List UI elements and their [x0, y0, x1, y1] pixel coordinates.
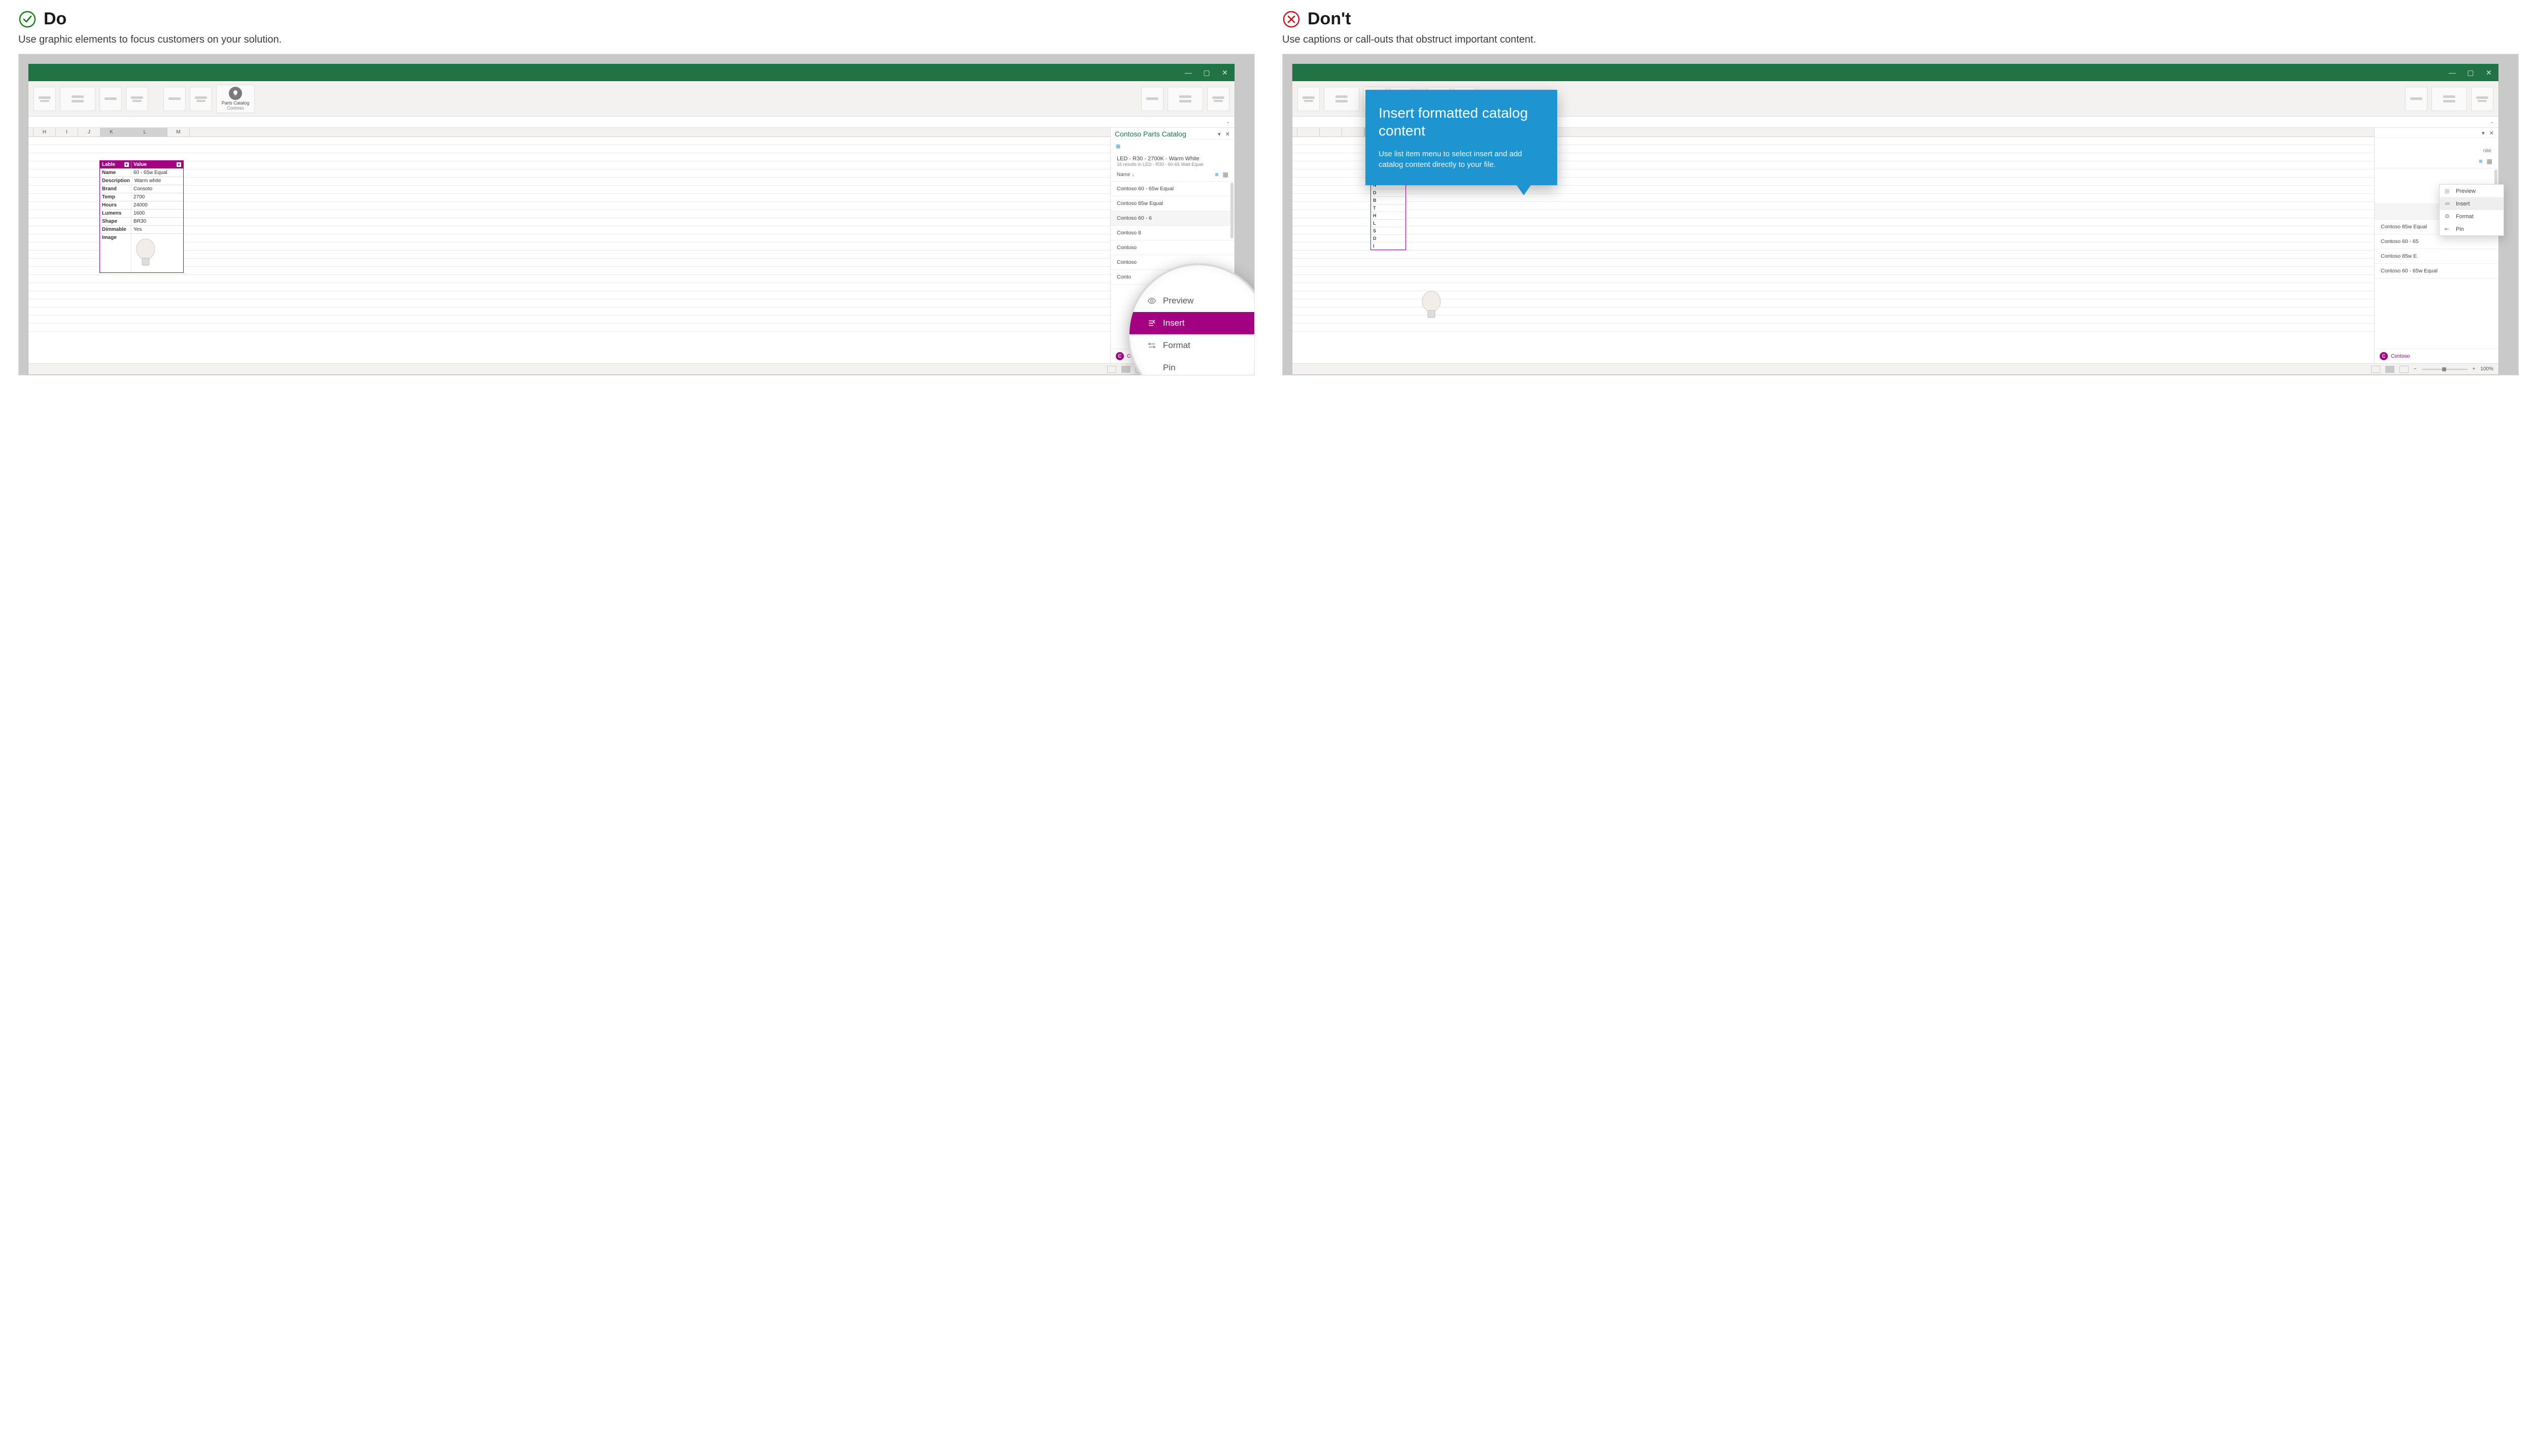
check-icon: [18, 10, 37, 28]
worksheet[interactable]: H I J K L M Lable▾: [28, 128, 1111, 363]
menu-preview[interactable]: ◎Preview: [2440, 185, 2504, 197]
chevron-down-icon: ⌄: [1226, 120, 1230, 124]
pane-breadcrumb: LED - R30 - 2700K - Warm White: [1117, 156, 1228, 162]
view-break-icon[interactable]: [2399, 366, 2409, 373]
dont-title: Don't: [1308, 9, 1351, 29]
bulb-image: [131, 234, 160, 272]
zoom-out-icon[interactable]: −: [2414, 366, 2417, 372]
menu-pin[interactable]: Pin: [1129, 357, 1255, 375]
zoom-slider[interactable]: [2422, 369, 2467, 370]
zoom-in-icon[interactable]: +: [2473, 366, 2476, 372]
callout-body: Use list item menu to select insert and …: [1379, 149, 1544, 170]
close-button[interactable]: ✕: [2481, 67, 2496, 78]
pane-title: Contoso Parts Catalog: [1115, 130, 1186, 138]
pin-icon: ⇤: [2445, 226, 2452, 232]
formula-bar[interactable]: ⌄: [28, 117, 1235, 128]
context-menu: ◎Preview ≔Insert ⚙Format ⇤Pin: [2439, 184, 2504, 236]
maximize-button[interactable]: ▢: [2463, 67, 2478, 78]
view-layout-icon[interactable]: [2385, 366, 2394, 373]
list-item[interactable]: Contoso 60 - 65w Equal: [2375, 264, 2498, 279]
grid-view-icon[interactable]: ▦: [2487, 158, 2492, 165]
list-item[interactable]: Contoso 60 - 65: [2375, 234, 2498, 249]
menu-insert[interactable]: Insert: [1129, 312, 1255, 334]
cross-icon: [1282, 10, 1300, 28]
sort-column[interactable]: Name: [1117, 172, 1130, 178]
contoso-badge-icon: C: [2380, 352, 2388, 360]
insert-icon: ≔: [2445, 200, 2452, 207]
dont-subtitle: Use captions or call-outs that obstruct …: [1282, 34, 2519, 46]
preview-icon: ◎: [2445, 188, 2452, 194]
lightbulb-icon: [229, 87, 242, 100]
dropdown-icon[interactable]: ▾: [124, 162, 129, 167]
view-layout-icon[interactable]: [1121, 366, 1130, 373]
maximize-button[interactable]: ▢: [1199, 67, 1214, 78]
addin-button[interactable]: Parts Catalog Contoso: [216, 85, 255, 113]
do-panel: Do Use graphic elements to focus custome…: [18, 9, 1255, 375]
insert-icon: [1147, 319, 1157, 328]
pane-dropdown-icon[interactable]: ▾: [2482, 130, 2485, 136]
bulb-image: [1419, 289, 1444, 324]
close-button[interactable]: ✕: [1217, 67, 1232, 78]
pane-results-count: 16 results in LED - R30 - 60-65 Watt Equ…: [1117, 162, 1228, 167]
view-normal-icon[interactable]: [2371, 366, 2380, 373]
menu-pin[interactable]: ⇤Pin: [2440, 223, 2504, 235]
excel-window: — ▢ ✕ Parts Catalog: [28, 63, 1235, 375]
do-subtitle: Use graphic elements to focus customers …: [18, 34, 1255, 46]
do-title: Do: [44, 9, 66, 29]
dont-panel: Don't Use captions or call-outs that obs…: [1282, 9, 2519, 375]
grid-view-icon[interactable]: ▦: [1223, 171, 1228, 178]
pane-dropdown-icon[interactable]: ▾: [1218, 131, 1221, 137]
minimize-button[interactable]: —: [2445, 67, 2460, 78]
list-item[interactable]: Contoso 8: [1111, 226, 1235, 240]
callout-tail: [1517, 185, 1531, 195]
selected-table[interactable]: Lable▾ Value▾ Name60 - 65w Equal Descrip…: [99, 160, 184, 273]
menu-preview[interactable]: Preview: [1129, 290, 1255, 312]
format-icon: ⚙: [2445, 213, 2452, 220]
addin-title: Parts Catalog: [222, 101, 250, 106]
dont-screenshot: — ▢ ✕ ⌄: [1282, 54, 2519, 375]
list-item[interactable]: Contoso 60 - 6: [1111, 211, 1235, 226]
context-menu: Preview Insert Format Pin: [1129, 290, 1255, 375]
dropdown-icon[interactable]: ▾: [177, 162, 181, 167]
callout-title: Insert formatted catalog content: [1379, 104, 1544, 140]
list-item[interactable]: Contoso 85w Equal: [1111, 196, 1235, 211]
minimize-button[interactable]: —: [1181, 67, 1196, 78]
preview-icon: [1147, 296, 1157, 305]
menu-format[interactable]: ⚙Format: [2440, 210, 2504, 223]
menu-format[interactable]: Format: [1129, 334, 1255, 357]
callout: Insert formatted catalog content Use lis…: [1365, 90, 1557, 185]
pane-close-icon[interactable]: ✕: [2489, 130, 2494, 136]
hamburger-icon[interactable]: ≡: [1111, 140, 1235, 155]
zoom-level: 100%: [2480, 366, 2493, 372]
do-screenshot: — ▢ ✕ Parts Catalog: [18, 54, 1255, 375]
menu-insert[interactable]: ≔Insert: [2440, 197, 2504, 210]
list-view-icon[interactable]: ≡: [2479, 158, 2483, 165]
format-icon: [1147, 341, 1157, 350]
addin-vendor: Contoso: [227, 106, 244, 111]
list-item[interactable]: Contoso 85w E: [2375, 249, 2498, 264]
contoso-badge-icon: C: [1116, 352, 1124, 360]
list-view-icon[interactable]: ≡: [1215, 171, 1219, 178]
scrollbar[interactable]: [1230, 183, 1233, 238]
status-bar: − + 100%: [28, 363, 1235, 374]
task-pane: ▾ ✕ nite ≡▦ ··· Contos: [2375, 128, 2498, 363]
ribbon: Parts Catalog Contoso: [28, 81, 1235, 117]
view-normal-icon[interactable]: [1107, 366, 1116, 373]
list-item[interactable]: Contoso: [1111, 240, 1235, 255]
list-item[interactable]: Contoso 60 - 65w Equal: [1111, 182, 1235, 196]
sort-icon: ↓: [1132, 172, 1134, 178]
column-headers: H I J K L M: [28, 128, 1110, 137]
pane-close-icon[interactable]: ✕: [1225, 131, 1230, 137]
window-titlebar: — ▢ ✕: [28, 64, 1235, 81]
